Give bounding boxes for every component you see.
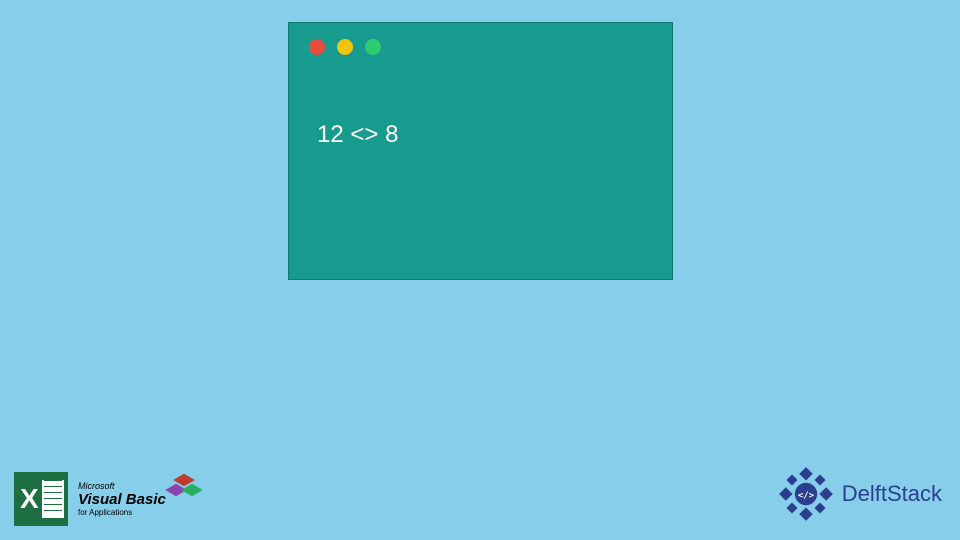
delftstack-emblem-icon: </>: [778, 466, 834, 522]
excel-x-icon: [14, 472, 68, 526]
excel-sheet-icon: [42, 480, 64, 518]
delftstack-logo: </> DelftStack: [778, 466, 942, 522]
vb-subtitle-label: for Applications: [78, 508, 198, 517]
svg-text:</>: </>: [798, 491, 814, 501]
code-window: 12 <> 8: [288, 22, 673, 280]
window-controls: [289, 23, 672, 71]
delftstack-label: DelftStack: [842, 481, 942, 507]
close-icon[interactable]: [309, 39, 325, 55]
excel-logo-icon: [14, 472, 68, 526]
code-content: 12 <> 8: [289, 71, 672, 199]
maximize-icon[interactable]: [365, 39, 381, 55]
minimize-icon[interactable]: [337, 39, 353, 55]
vb-cubes-icon: [170, 474, 200, 498]
visual-basic-logo: Microsoft Visual Basic for Applications: [78, 472, 198, 526]
